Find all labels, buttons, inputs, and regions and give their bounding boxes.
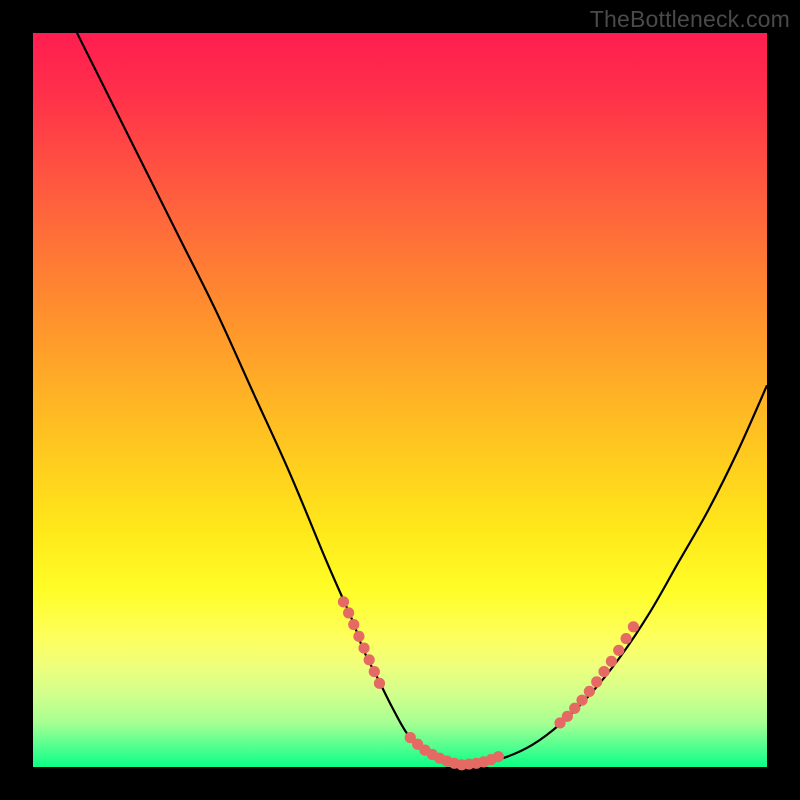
data-dot: [576, 695, 587, 706]
data-dot: [353, 631, 364, 642]
plot-area: [33, 33, 767, 767]
data-dot: [606, 656, 617, 667]
data-dot: [591, 676, 602, 687]
dot-layer: [338, 596, 639, 770]
data-dot: [613, 645, 624, 656]
chart-frame: TheBottleneck.com: [0, 0, 800, 800]
watermark-text: TheBottleneck.com: [590, 6, 790, 33]
chart-svg: [33, 33, 767, 767]
data-dot: [358, 642, 369, 653]
data-dot: [338, 596, 349, 607]
data-dot: [369, 666, 380, 677]
data-dot: [584, 686, 595, 697]
data-dot: [348, 619, 359, 630]
data-dot: [628, 621, 639, 632]
data-dot: [493, 751, 504, 762]
data-dot: [343, 607, 354, 618]
bottleneck-curve: [77, 33, 767, 765]
data-dot: [364, 654, 375, 665]
data-dot: [620, 633, 631, 644]
data-dot: [374, 678, 385, 689]
data-dot: [598, 666, 609, 677]
